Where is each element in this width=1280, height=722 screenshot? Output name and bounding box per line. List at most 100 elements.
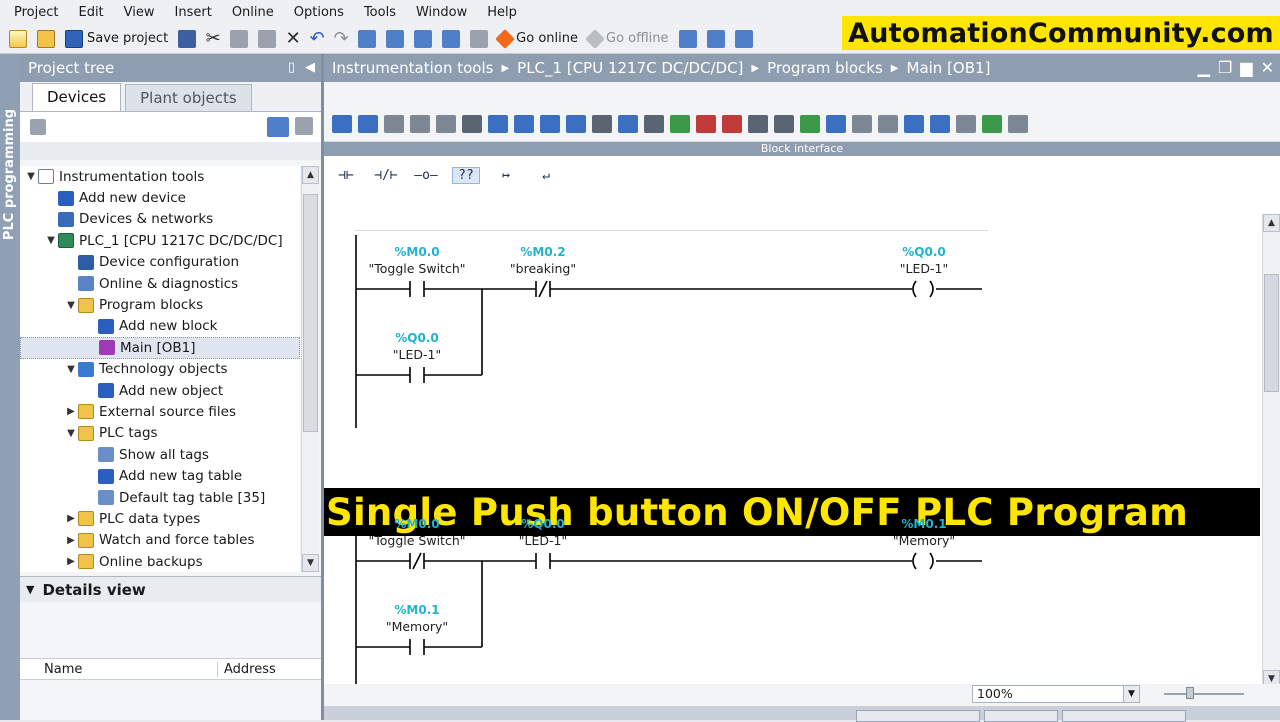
menu-online[interactable]: Online (222, 5, 284, 20)
undo-icon[interactable]: ↶ (307, 28, 327, 49)
close-branch-tool[interactable]: ↵ (532, 168, 560, 183)
paste-button[interactable] (255, 28, 279, 50)
expanded-arrow-icon[interactable]: ▼ (64, 428, 78, 439)
menu-help[interactable]: Help (477, 5, 527, 20)
main-contact-address[interactable]: %M0.0 (362, 245, 472, 259)
comments-icon[interactable] (540, 114, 560, 133)
series-contact-tag[interactable]: "LED-1" (478, 533, 608, 548)
series-contact-address[interactable]: %M0.2 (488, 245, 598, 259)
collapse-panel-icon[interactable]: ◀ (305, 60, 315, 75)
tree-item[interactable]: Device configuration (20, 252, 300, 273)
main-contact-tag[interactable]: "Toggle Switch" (352, 533, 482, 548)
upload-button[interactable] (411, 28, 435, 50)
series-contact-address[interactable]: %Q0.0 (488, 517, 598, 531)
close-all-networks-icon[interactable] (488, 114, 508, 133)
favorites-star-icon[interactable] (670, 114, 690, 133)
navigate-icon[interactable] (514, 114, 534, 133)
expanded-arrow-icon[interactable]: ▼ (64, 364, 78, 375)
scroll-up-icon[interactable]: ▲ (302, 166, 319, 184)
tree-item[interactable]: Devices & networks (20, 209, 300, 230)
maximize-icon[interactable]: ▆ (1240, 58, 1252, 77)
next-error-icon[interactable] (722, 114, 742, 133)
open-all-networks-icon[interactable] (462, 114, 482, 133)
tree-refresh-icon[interactable] (295, 117, 313, 135)
no-contact-tool[interactable]: ⊣⊢ (332, 168, 360, 183)
runtime-button[interactable] (467, 28, 491, 50)
tree-item[interactable]: Add new device (20, 187, 300, 208)
copy-button[interactable] (227, 28, 251, 50)
insert-network-icon[interactable] (332, 114, 352, 133)
overview-icon[interactable] (267, 117, 289, 137)
tree-item[interactable]: ▶ PLC data types (20, 508, 300, 529)
compile-button[interactable] (355, 28, 379, 50)
menu-insert[interactable]: Insert (165, 5, 222, 20)
details-view-header[interactable]: ▼ Details view (20, 576, 321, 602)
output-coil-address[interactable]: %Q0.0 (869, 245, 979, 259)
output-coil-address[interactable]: %M0.1 (869, 517, 979, 531)
expanded-arrow-icon[interactable]: ▼ (24, 171, 38, 182)
tree-item[interactable]: ▼ PLC_1 [CPU 1217C DC/DC/DC] (20, 230, 300, 251)
breadcrumb-program-blocks[interactable]: Program blocks (767, 59, 883, 77)
tree-item[interactable]: Add new block (20, 316, 300, 337)
list-icon[interactable] (644, 114, 664, 133)
menu-view[interactable]: View (114, 5, 165, 20)
save-project-button[interactable]: Save project (62, 28, 171, 50)
zoom-slider[interactable] (1164, 687, 1244, 699)
reset-start-values-icon[interactable] (436, 114, 456, 133)
monitoring-icon[interactable] (618, 114, 638, 133)
panel-minimize-icon[interactable]: ▯ (288, 60, 295, 75)
editor-scrollbar[interactable]: ▲ ▼ (1262, 214, 1280, 688)
breadcrumb-main[interactable]: Main [OB1] (907, 59, 991, 77)
plc-programming-tab[interactable]: PLC programming (0, 54, 20, 294)
expanded-arrow-icon[interactable]: ▼ (64, 300, 78, 311)
minimize-icon[interactable]: ▁ (1198, 58, 1210, 77)
output-coil-tag[interactable]: "Memory" (859, 533, 989, 548)
open-branch-tool[interactable]: ↦ (492, 168, 520, 183)
zoom-slider-handle[interactable] (1186, 687, 1194, 699)
delete-network-icon[interactable] (358, 114, 378, 133)
coil-tool[interactable]: –o– (412, 168, 440, 183)
open-project-button[interactable] (34, 28, 58, 50)
download-button[interactable] (383, 28, 407, 50)
start-cpu-button[interactable] (704, 28, 728, 50)
step-back-icon[interactable] (826, 114, 846, 133)
scroll-up-icon[interactable]: ▲ (1263, 214, 1280, 232)
print-button[interactable] (175, 28, 199, 50)
main-contact-address[interactable]: %M0.0 (362, 517, 472, 531)
close-icon[interactable]: ✕ (1261, 58, 1274, 77)
tree-item[interactable]: ▼ Program blocks (20, 294, 300, 315)
empty-box-tool[interactable]: ?? (452, 166, 480, 184)
tree-item[interactable]: Main [OB1] (20, 337, 300, 359)
tree-item[interactable]: ▼ Instrumentation tools (20, 166, 300, 187)
output-coil-tag[interactable]: "LED-1" (859, 261, 989, 276)
chevron-down-icon[interactable]: ▼ (1123, 686, 1139, 702)
delete-icon[interactable]: ✕ (283, 28, 303, 49)
branch-contact-tag[interactable]: "Memory" (352, 619, 482, 634)
restore-icon[interactable]: ❐ (1218, 58, 1232, 77)
scroll-down-icon[interactable]: ▼ (302, 554, 319, 572)
tree-item[interactable]: Add new object (20, 380, 300, 401)
menu-window[interactable]: Window (406, 5, 477, 20)
column-name[interactable]: Name (20, 661, 218, 677)
absolute-operands-icon[interactable] (566, 114, 586, 133)
nc-contact-tool[interactable]: ⊣/⊢ (372, 168, 400, 183)
insert-row-icon[interactable] (384, 114, 404, 133)
add-row-icon[interactable] (410, 114, 430, 133)
breakpoint-icon[interactable] (956, 114, 976, 133)
go-up-icon[interactable] (904, 114, 924, 133)
tree-item[interactable]: Add new tag table (20, 465, 300, 486)
main-contact-tag[interactable]: "Toggle Switch" (352, 261, 482, 276)
accessible-devices-button[interactable] (676, 28, 700, 50)
tree-item[interactable]: Online & diagnostics (20, 273, 300, 294)
simulation-button[interactable] (439, 28, 463, 50)
branch-contact-address[interactable]: %M0.1 (362, 603, 472, 617)
branch-contact-address[interactable]: %Q0.0 (362, 331, 472, 345)
go-online-button[interactable]: Go online (495, 28, 581, 50)
cross-reference-icon[interactable] (774, 114, 794, 133)
zoom-select[interactable]: 100% ▼ (972, 685, 1140, 703)
expanded-arrow-icon[interactable]: ▼ (44, 235, 58, 246)
tree-item[interactable]: ▶ Online backups (20, 551, 300, 572)
cut-icon[interactable]: ✂ (203, 28, 223, 49)
stop-cpu-button[interactable] (732, 28, 756, 50)
tree-item[interactable]: ▼ Technology objects (20, 359, 300, 380)
